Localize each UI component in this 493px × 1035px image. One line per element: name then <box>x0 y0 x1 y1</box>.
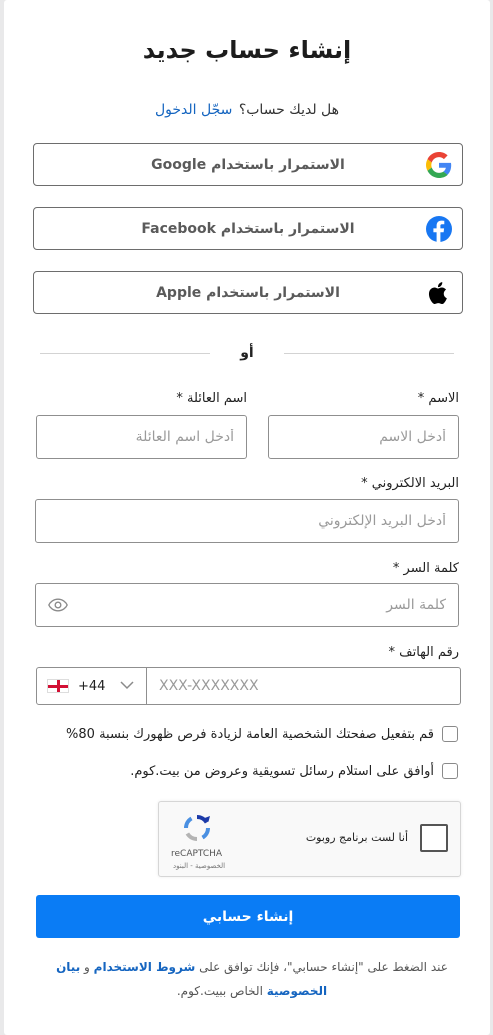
password-input[interactable] <box>48 584 446 626</box>
first-name-input[interactable] <box>281 416 446 458</box>
password-field[interactable] <box>35 583 459 627</box>
password-label: كلمة السر * <box>392 561 459 576</box>
page-title: إنشاء حساب جديد <box>142 36 352 64</box>
country-code-value: +44 <box>78 678 106 694</box>
signup-card: إنشاء حساب جديد هل لديك حساب؟ سجّل الدخو… <box>4 0 490 1035</box>
last-name-input[interactable] <box>49 416 234 458</box>
terms-link[interactable]: شروط الاستخدام <box>94 960 196 974</box>
marketing-text: أوافق على استلام رسائل تسويقية وعروض من … <box>130 763 434 779</box>
or-divider-text: أو <box>240 345 254 361</box>
facebook-button[interactable]: الاستمرار باستخدام Facebook <box>33 207 463 250</box>
recaptcha-checkbox[interactable] <box>420 824 448 852</box>
last-name-field[interactable] <box>36 415 247 459</box>
chevron-down-icon <box>120 681 134 690</box>
first-name-field[interactable] <box>268 415 459 459</box>
recaptcha-text: أنا لست برنامج روبوت <box>305 831 408 844</box>
create-account-button[interactable]: إنشاء حسابي <box>36 895 460 938</box>
eye-icon[interactable] <box>48 597 68 613</box>
apple-button[interactable]: الاستمرار باستخدام Apple <box>33 271 463 314</box>
google-button-label: الاستمرار باستخدام Google <box>151 156 345 173</box>
terms-suffix: الخاص ببيت.كوم. <box>176 984 263 998</box>
apple-icon <box>428 282 447 305</box>
email-input[interactable] <box>48 500 446 542</box>
email-field[interactable] <box>35 499 459 543</box>
login-link[interactable]: سجّل الدخول <box>155 102 232 118</box>
public-profile-checkbox[interactable] <box>442 726 458 742</box>
google-button[interactable]: الاستمرار باستخدام Google <box>33 143 463 186</box>
or-divider: أو <box>40 344 454 364</box>
phone-number-input[interactable] <box>159 678 460 694</box>
phone-number-field[interactable] <box>146 667 461 705</box>
terms-prefix: عند الضغط على "إنشاء حسابي"، فإنك توافق … <box>199 960 448 974</box>
terms-text: عند الضغط على "إنشاء حسابي"، فإنك توافق … <box>46 955 458 1003</box>
first-name-label: الاسم * <box>417 391 459 406</box>
email-label: البريد الالكتروني * <box>361 476 459 491</box>
have-account-row: هل لديك حساب؟ سجّل الدخول <box>4 102 490 118</box>
terms-and: و <box>84 960 90 974</box>
have-account-text: هل لديك حساب؟ <box>238 102 340 118</box>
country-code-select[interactable]: +44 <box>36 667 147 705</box>
recaptcha-links[interactable]: الخصوصية - البنود <box>173 862 225 870</box>
facebook-icon <box>426 216 452 242</box>
last-name-label: اسم العائلة * <box>176 391 247 406</box>
apple-button-label: الاستمرار باستخدام Apple <box>156 284 340 301</box>
phone-field: +44 <box>36 667 461 705</box>
public-profile-text: قم بتفعيل صفحتك الشخصية العامة لزيادة فر… <box>66 726 434 742</box>
google-icon <box>426 152 452 178</box>
flag-icon <box>47 679 69 693</box>
recaptcha-icon <box>183 814 211 842</box>
public-profile-row: قم بتفعيل صفحتك الشخصية العامة لزيادة فر… <box>66 726 458 742</box>
facebook-button-label: الاستمرار باستخدام Facebook <box>141 220 355 237</box>
phone-label: رقم الهاتف * <box>388 645 459 660</box>
marketing-row: أوافق على استلام رسائل تسويقية وعروض من … <box>130 763 458 779</box>
recaptcha-widget: أنا لست برنامج روبوت reCAPTCHA الخصوصية … <box>158 801 461 877</box>
marketing-checkbox[interactable] <box>442 763 458 779</box>
recaptcha-brand: reCAPTCHA <box>171 849 223 859</box>
